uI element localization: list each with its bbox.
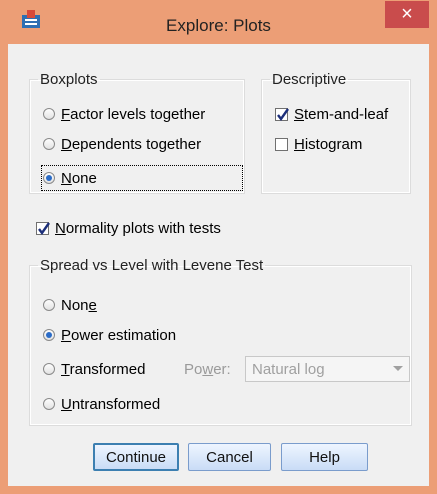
spread-untransformed-option[interactable]: Untransformed: [43, 393, 160, 415]
boxplots-legend: Boxplots: [40, 71, 98, 88]
power-select[interactable]: Natural log: [245, 356, 410, 382]
boxplot-dependents-option[interactable]: Dependents together: [43, 133, 201, 155]
continue-button[interactable]: Continue: [93, 443, 179, 471]
checkmark-icon: [277, 107, 289, 121]
stem-and-leaf-checkbox[interactable]: Stem-and-leaf: [275, 103, 388, 125]
spread-power-estimation-option[interactable]: Power estimation: [43, 324, 176, 346]
cancel-button[interactable]: Cancel: [188, 443, 271, 471]
close-button[interactable]: ×: [385, 1, 429, 28]
power-label-text: Power:: [184, 360, 231, 378]
dialog-window: Explore: Plots × Boxplots Factor levels …: [0, 0, 437, 494]
checkmark-icon: [38, 221, 50, 235]
radio-icon[interactable]: [43, 398, 55, 410]
option-label: Stem-and-leaf: [294, 105, 389, 123]
option-label: Untransformed: [61, 395, 161, 413]
option-label: Histogram: [294, 135, 363, 153]
dialog-title: Explore: Plots: [166, 16, 271, 35]
option-label: Normality plots with tests: [55, 219, 221, 237]
boxplot-factor-levels-option[interactable]: Factor levels together: [43, 103, 205, 125]
checkbox-icon[interactable]: [36, 221, 50, 235]
radio-icon[interactable]: [43, 329, 55, 341]
option-label: Factor levels together: [61, 105, 206, 123]
spread-legend: Spread vs Level with Levene Test: [40, 257, 264, 274]
title-bar[interactable]: Explore: Plots ×: [0, 0, 437, 45]
radio-icon[interactable]: [43, 299, 55, 311]
option-label: None: [61, 296, 97, 314]
option-label: None: [61, 169, 97, 187]
radio-icon[interactable]: [43, 108, 55, 120]
close-icon: ×: [401, 3, 413, 25]
help-button[interactable]: Help: [281, 443, 368, 471]
option-label: Dependents together: [61, 135, 202, 153]
option-label: Transformed: [61, 360, 146, 378]
radio-icon[interactable]: [43, 172, 55, 184]
checkbox-icon[interactable]: [275, 137, 288, 151]
power-label: Power:: [184, 358, 231, 380]
checkbox-icon[interactable]: [275, 107, 289, 121]
spread-transformed-option[interactable]: Transformed: [43, 358, 145, 380]
descriptive-legend: Descriptive: [272, 71, 347, 88]
histogram-checkbox[interactable]: Histogram: [275, 133, 362, 155]
boxplot-none-option[interactable]: None: [41, 165, 243, 191]
spread-none-option[interactable]: None: [43, 294, 97, 316]
normality-plots-checkbox[interactable]: Normality plots with tests: [36, 217, 221, 239]
dialog-client: Boxplots Factor levels together Dependen…: [8, 44, 429, 486]
radio-icon[interactable]: [43, 138, 55, 150]
option-label: Power estimation: [61, 326, 177, 344]
chevron-down-icon: [393, 366, 403, 371]
radio-icon[interactable]: [43, 363, 55, 375]
power-select-value: Natural log: [252, 360, 325, 378]
